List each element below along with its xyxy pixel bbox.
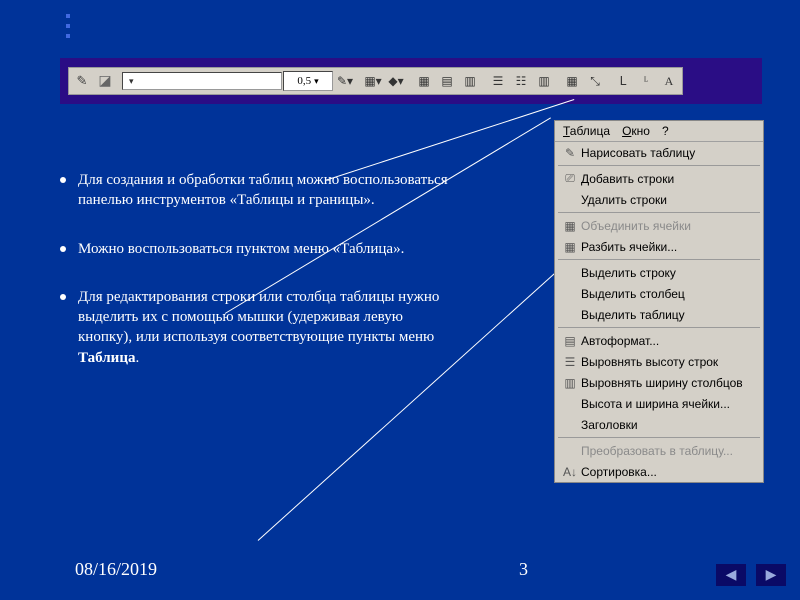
menu-item-label: Выровнять ширину столбцов (581, 376, 757, 390)
menu-item-label: Выделить строку (581, 266, 757, 280)
slide-content: Для создания и обработки таблиц можно во… (60, 170, 460, 396)
dist-cols-icon[interactable]: ▥ (533, 70, 555, 92)
outside-border-icon[interactable]: ▦▾ (362, 70, 384, 92)
menu-item[interactable]: ▤Автоформат... (555, 330, 763, 351)
toolbar-band: ✎ ◪ ▾ 0,5▾ ✎▾ ▦▾ ◆▾ ▦ ▤ ▥ ☰ ☷ ▥ ▦ ⤡ Ⅼ ᴸ … (60, 58, 762, 104)
sort-desc-icon[interactable]: ᴸ (635, 70, 657, 92)
menu-item-icon: ▦ (559, 219, 581, 233)
list-item: Для создания и обработки таблиц можно во… (60, 170, 460, 211)
menu-item-label: Выделить таблицу (581, 308, 757, 322)
autosum-icon[interactable]: А (658, 70, 680, 92)
menu-item[interactable]: Выделить строку (555, 262, 763, 283)
line-style-combo[interactable]: ▾ (122, 72, 282, 90)
menu-item-label: Преобразовать в таблицу... (581, 444, 757, 458)
menu-item-label: Выровнять высоту строк (581, 355, 757, 369)
menu-item-icon: ▥ (559, 376, 581, 390)
menu-item[interactable]: ▥Выровнять ширину столбцов (555, 372, 763, 393)
next-button[interactable]: ▶ (756, 564, 786, 586)
menu-item-label: Добавить строки (581, 172, 757, 186)
menu-top-table[interactable]: Таблица (563, 124, 610, 138)
pointer-line-1 (325, 99, 574, 181)
menu-item[interactable]: Выделить таблицу (555, 304, 763, 325)
nav-buttons: ◀ ▶ (716, 564, 786, 586)
menu-item[interactable]: Выделить столбец (555, 283, 763, 304)
table-menu: Таблица Окно ? ✎Нарисовать таблицу⎚Добав… (554, 120, 764, 483)
menu-item-label: Нарисовать таблицу (581, 146, 757, 160)
page-number: 3 (519, 559, 528, 580)
menu-item-label: Высота и ширина ячейки... (581, 397, 757, 411)
insert-table-icon[interactable]: ▦ (413, 70, 435, 92)
menu-item[interactable]: Удалить строки (555, 189, 763, 210)
bullet-text: Можно воспользоваться пунктом меню «Табл… (78, 239, 404, 259)
menu-bar: Таблица Окно ? (555, 121, 763, 142)
bullet-text: Для создания и обработки таблиц можно во… (78, 170, 460, 211)
menu-top-window[interactable]: Окно (622, 124, 650, 138)
menu-top-help[interactable]: ? (662, 124, 669, 138)
dist-rows-icon[interactable]: ☷ (510, 70, 532, 92)
menu-item[interactable]: Заголовки (555, 414, 763, 435)
menu-item[interactable]: ⎚Добавить строки (555, 168, 763, 189)
draw-table-icon[interactable]: ✎ (71, 70, 93, 92)
menu-item-icon: ▤ (559, 334, 581, 348)
menu-item-label: Автоформат... (581, 334, 757, 348)
menu-item-icon: ▦ (559, 240, 581, 254)
footer-date: 08/16/2019 (75, 559, 157, 580)
decorative-bullets (66, 8, 70, 44)
sort-asc-icon[interactable]: Ⅼ (612, 70, 634, 92)
menu-item[interactable]: ▦Разбить ячейки... (555, 236, 763, 257)
text-direction-icon[interactable]: ⤡ (584, 70, 606, 92)
merge-cells-icon[interactable]: ▤ (436, 70, 458, 92)
tables-borders-toolbar: ✎ ◪ ▾ 0,5▾ ✎▾ ▦▾ ◆▾ ▦ ▤ ▥ ☰ ☷ ▥ ▦ ⤡ Ⅼ ᴸ … (68, 67, 683, 95)
menu-item[interactable]: A↓Сортировка... (555, 461, 763, 482)
autoformat-icon[interactable]: ▦ (561, 70, 583, 92)
menu-item-label: Заголовки (581, 418, 757, 432)
list-item: Для редактирования строки или столбца та… (60, 287, 460, 368)
split-cells-icon[interactable]: ▥ (459, 70, 481, 92)
border-color-icon[interactable]: ✎▾ (334, 70, 356, 92)
menu-item-icon: A↓ (559, 465, 581, 479)
menu-item[interactable]: ☰Выровнять высоту строк (555, 351, 763, 372)
menu-item[interactable]: ✎Нарисовать таблицу (555, 142, 763, 163)
bullet-text: Для редактирования строки или столбца та… (78, 287, 460, 368)
shading-color-icon[interactable]: ◆▾ (385, 70, 407, 92)
eraser-icon[interactable]: ◪ (94, 70, 116, 92)
menu-item-icon: ☰ (559, 355, 581, 369)
menu-item-label: Разбить ячейки... (581, 240, 757, 254)
align-top-icon[interactable]: ☰ (487, 70, 509, 92)
menu-item-label: Выделить столбец (581, 287, 757, 301)
menu-item-icon: ⎚ (559, 171, 581, 186)
menu-item-label: Объединить ячейки (581, 219, 757, 233)
menu-item: ▦Объединить ячейки (555, 215, 763, 236)
prev-button[interactable]: ◀ (716, 564, 746, 586)
menu-item-label: Сортировка... (581, 465, 757, 479)
menu-item-label: Удалить строки (581, 193, 757, 207)
menu-item[interactable]: Высота и ширина ячейки... (555, 393, 763, 414)
line-width-combo[interactable]: 0,5▾ (283, 71, 333, 91)
list-item: Можно воспользоваться пунктом меню «Табл… (60, 239, 460, 259)
menu-item-icon: ✎ (559, 146, 581, 160)
menu-item: Преобразовать в таблицу... (555, 440, 763, 461)
